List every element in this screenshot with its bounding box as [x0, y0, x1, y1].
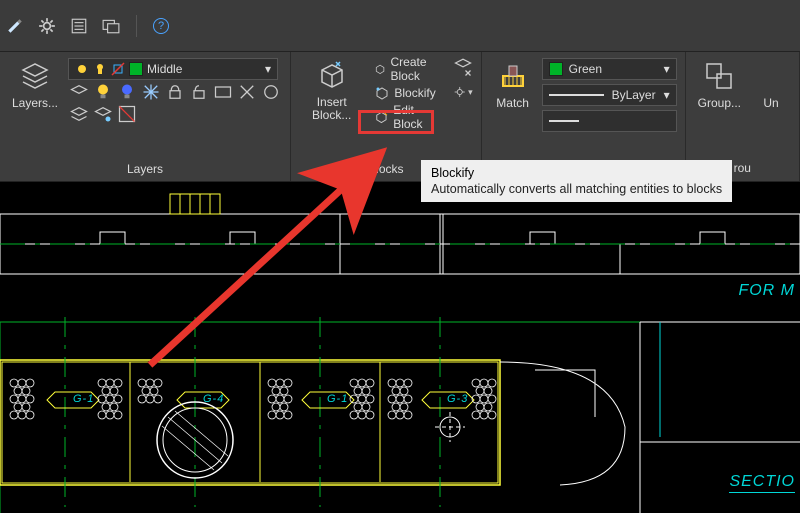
linetype-sample: [549, 94, 604, 96]
layer-dropdown[interactable]: Middle ▾: [68, 58, 278, 80]
unlock-icon[interactable]: [188, 82, 210, 102]
edit-block-label: Edit Block: [393, 103, 442, 131]
edit-block-icon: [374, 109, 389, 125]
block-gear-icon[interactable]: ▾: [453, 82, 473, 102]
section-label: SECTIO: [729, 473, 795, 493]
panel-label-layers: Layers: [8, 158, 282, 181]
tooltip-title: Blockify: [431, 166, 722, 180]
blockify-button[interactable]: Blockify: [370, 82, 446, 104]
layer-tools: [68, 82, 282, 102]
bulb-off-icon[interactable]: [116, 82, 138, 102]
match-icon: [497, 60, 529, 92]
layers-button[interactable]: Layers...: [8, 58, 62, 112]
room-label: G-1: [73, 393, 94, 405]
insert-block-icon: [316, 60, 348, 92]
block-extra-icon[interactable]: [453, 58, 473, 78]
tooltip: Blockify Automatically converts all matc…: [421, 160, 732, 202]
quick-access-toolbar: ?: [0, 0, 800, 52]
note-text: FOR M: [738, 282, 795, 300]
freeze-icon[interactable]: [140, 82, 162, 102]
layer-tool-icon[interactable]: [92, 104, 114, 124]
layer-name: Middle: [147, 62, 182, 76]
match-label: Match: [496, 96, 529, 110]
drawing-canvas: [0, 182, 800, 513]
separator: [136, 15, 137, 37]
bulb-on-icon[interactable]: [92, 82, 114, 102]
layer-tool-icon[interactable]: [260, 82, 282, 102]
layer-color-swatch: [129, 62, 143, 76]
layer-tool-icon[interactable]: [68, 104, 90, 124]
layer-tool-icon[interactable]: [236, 82, 258, 102]
layer-tool-icon[interactable]: [212, 82, 234, 102]
blockify-icon: [374, 85, 390, 101]
group-icon: [703, 60, 735, 92]
chevron-down-icon: ▾: [664, 62, 670, 76]
tooltip-body: Automatically converts all matching enti…: [431, 182, 722, 196]
insert-block-button[interactable]: Insert Block...: [299, 58, 364, 124]
color-dropdown[interactable]: Green ▾: [542, 58, 677, 80]
layers-button-label: Layers...: [12, 96, 58, 110]
color-value: Green: [569, 62, 602, 76]
insert-block-label: Insert Block...: [303, 96, 360, 122]
lineweight-sample: [549, 120, 579, 122]
layer-tool-icon[interactable]: [116, 104, 138, 124]
help-icon[interactable]: ?: [153, 18, 169, 34]
linetype-dropdown[interactable]: ByLayer ▾: [542, 84, 677, 106]
chevron-down-icon: ▾: [664, 88, 670, 102]
create-block-label: Create Block: [391, 55, 443, 83]
color-swatch: [549, 62, 563, 76]
ungroup-label: Un: [763, 96, 778, 110]
chevron-down-icon: ▾: [265, 62, 271, 76]
match-button[interactable]: Match: [490, 58, 536, 112]
room-label: G-1: [327, 393, 348, 405]
drawing-viewport[interactable]: G-1 G-4 G-1 G-3 FOR M SECTIO: [0, 182, 800, 513]
gear-icon[interactable]: [38, 17, 56, 35]
ungroup-icon: [755, 60, 787, 92]
ungroup-button[interactable]: Un: [751, 58, 791, 112]
layer-tools-row3: [68, 104, 282, 124]
lock-icon[interactable]: [164, 82, 186, 102]
group-button[interactable]: Group...: [694, 58, 745, 112]
paint-icon[interactable]: [6, 17, 24, 35]
linetype-value: ByLayer: [612, 88, 656, 102]
layer-tool-icon[interactable]: [68, 82, 90, 102]
window-icon[interactable]: [102, 17, 120, 35]
room-label: G-3: [447, 393, 468, 405]
list-icon[interactable]: [70, 17, 88, 35]
edit-block-button[interactable]: Edit Block: [370, 106, 446, 128]
group-label: Group...: [698, 96, 741, 110]
create-block-icon: [374, 61, 386, 77]
panel-layers: Layers... Middle ▾: [0, 52, 291, 181]
lineweight-dropdown[interactable]: [542, 110, 677, 132]
room-label: G-4: [203, 393, 224, 405]
blockify-label: Blockify: [394, 86, 435, 100]
create-block-button[interactable]: Create Block: [370, 58, 446, 80]
layers-icon: [19, 60, 51, 92]
